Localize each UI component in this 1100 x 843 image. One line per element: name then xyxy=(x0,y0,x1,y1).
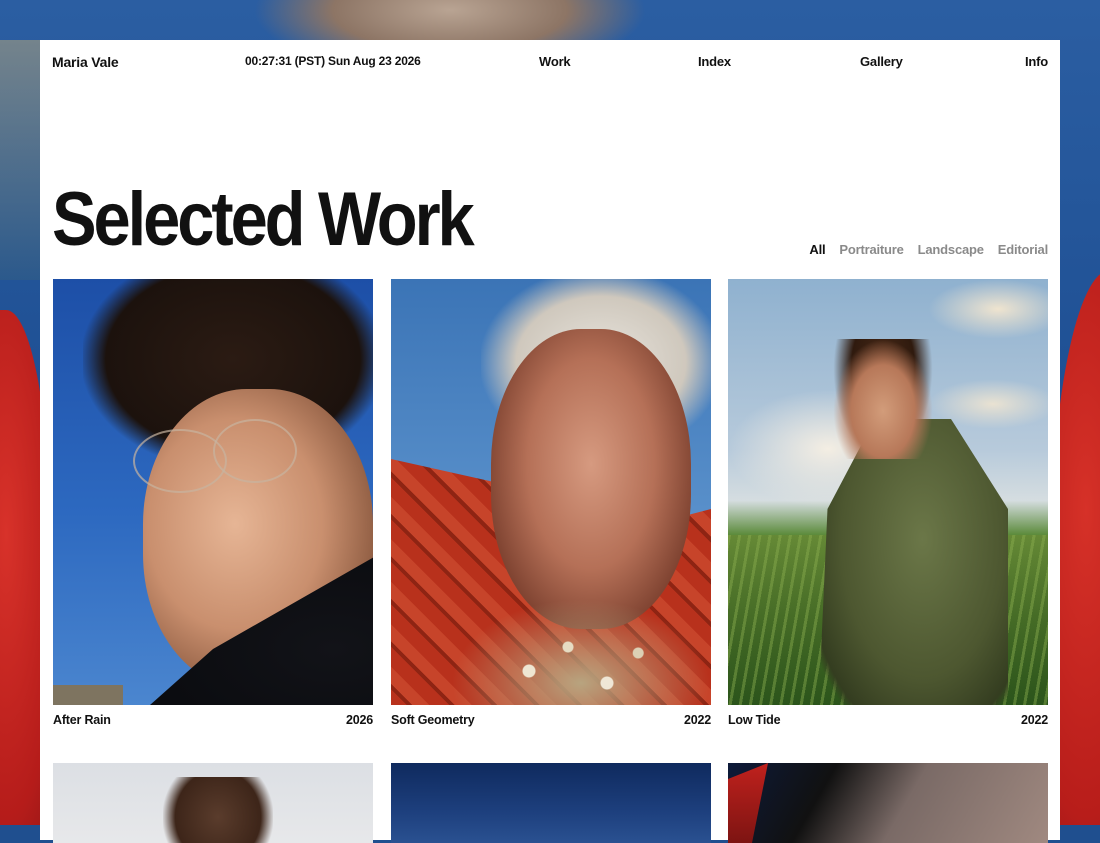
thumbnail-flowers xyxy=(451,599,711,705)
work-year: 2022 xyxy=(1020,713,1048,727)
filter-editorial[interactable]: Editorial xyxy=(998,242,1048,257)
work-thumbnail[interactable] xyxy=(728,279,1048,705)
work-card[interactable]: After Rain 2026 xyxy=(53,279,373,727)
thumbnail-cloud xyxy=(928,279,1048,339)
thumbnail-glasses xyxy=(213,419,297,483)
filter-all[interactable]: All xyxy=(809,242,825,257)
filter-landscape[interactable]: Landscape xyxy=(918,242,984,257)
thumbnail-red-detail xyxy=(728,763,768,843)
work-card[interactable]: Low Tide 2022 xyxy=(728,279,1048,727)
thumbnail-head xyxy=(163,777,273,843)
work-thumbnail[interactable] xyxy=(728,763,1048,843)
work-title[interactable]: Soft Geometry xyxy=(391,713,475,727)
work-card[interactable]: Soft Geometry 2022 xyxy=(391,279,711,727)
nav-gallery-link[interactable]: Gallery xyxy=(860,54,903,69)
nav-info-link[interactable]: Info xyxy=(1025,54,1048,69)
filter-bar: All Portraiture Landscape Editorial xyxy=(795,242,1048,257)
work-card[interactable] xyxy=(53,763,373,843)
work-card[interactable] xyxy=(391,763,711,843)
thumbnail-face xyxy=(491,329,691,629)
work-thumbnail[interactable] xyxy=(53,279,373,705)
work-title[interactable]: Low Tide xyxy=(728,713,781,727)
thumbnail-ground xyxy=(53,685,123,705)
work-year: 2022 xyxy=(683,713,711,727)
thumbnail-head xyxy=(833,339,933,459)
work-title[interactable]: After Rain xyxy=(53,713,111,727)
page-title: Selected Work xyxy=(52,177,475,262)
work-year: 2026 xyxy=(345,713,373,727)
background-grass xyxy=(0,40,40,280)
work-thumbnail[interactable] xyxy=(391,279,711,705)
nav-index-link[interactable]: Index xyxy=(698,54,731,69)
work-thumbnail[interactable] xyxy=(53,763,373,843)
work-card[interactable] xyxy=(728,763,1048,843)
clock-readout: 00:27:31 (PST) Sun Aug 23 2026 xyxy=(245,54,421,68)
work-thumbnail[interactable] xyxy=(391,763,711,843)
filter-portraiture[interactable]: Portraiture xyxy=(839,242,903,257)
thumbnail-glasses xyxy=(133,429,227,493)
content-panel: Maria Vale 00:27:31 (PST) Sun Aug 23 202… xyxy=(40,40,1060,843)
brand-link[interactable]: Maria Vale xyxy=(52,54,119,70)
top-nav: Maria Vale 00:27:31 (PST) Sun Aug 23 202… xyxy=(52,54,1048,72)
nav-work-link[interactable]: Work xyxy=(539,54,571,69)
